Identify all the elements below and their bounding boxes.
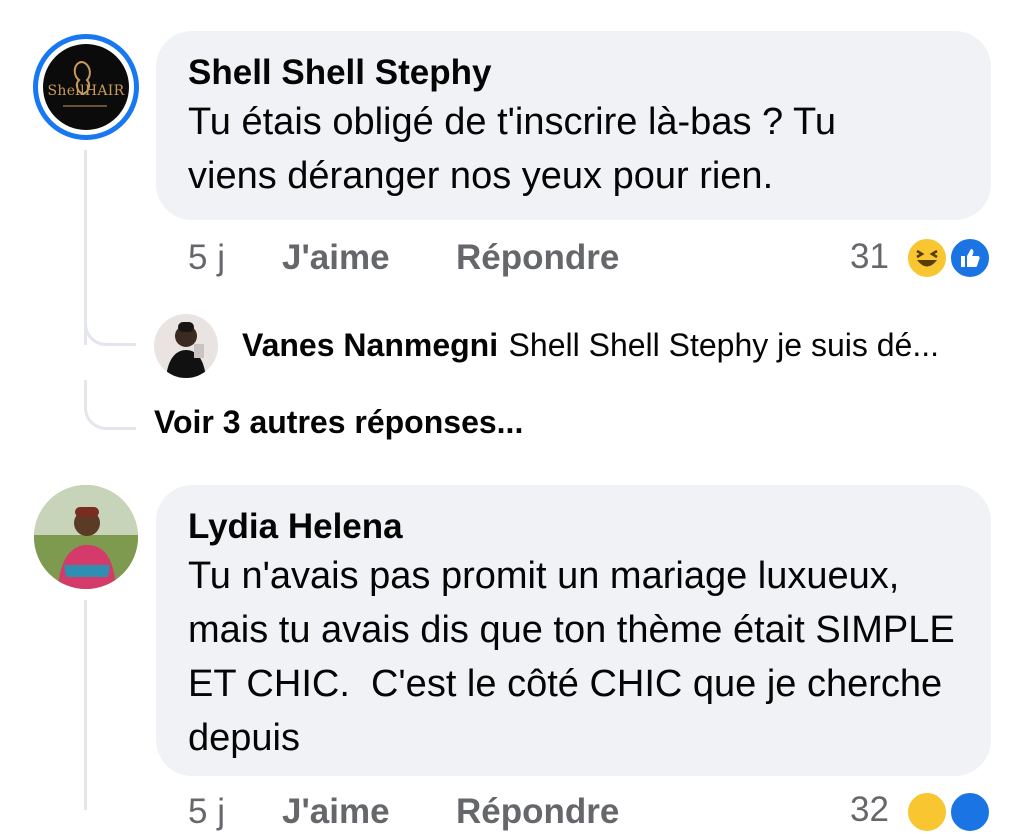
comment-time[interactable]: 5 j <box>188 238 225 278</box>
avatar[interactable]: ShellHAIR <box>33 34 139 140</box>
haha-icon <box>905 790 949 834</box>
like-icon <box>948 236 992 280</box>
thread-curve-reply <box>84 300 136 346</box>
like-button[interactable]: J'aime <box>282 792 390 832</box>
haha-icon <box>905 236 949 280</box>
comment-author[interactable]: Shell Shell Stephy <box>188 51 961 95</box>
comment-text: Tu n'avais pas promit un mariage luxueux… <box>188 555 966 759</box>
reply-author[interactable]: Vanes Nanmegni <box>242 327 498 363</box>
thread-curve-more <box>84 380 136 430</box>
comment-bubble[interactable]: Shell Shell Stephy Tu étais obligé de t'… <box>156 31 991 220</box>
like-button[interactable]: J'aime <box>282 238 390 278</box>
comment-text: Tu étais obligé de t'inscrire là-bas ? T… <box>188 101 836 197</box>
comment-bubble[interactable]: Lydia Helena Tu n'avais pas promit un ma… <box>156 485 991 776</box>
comment-author[interactable]: Lydia Helena <box>188 505 961 549</box>
like-icon <box>948 790 992 834</box>
reaction-count[interactable]: 32 <box>850 790 889 830</box>
comment-time[interactable]: 5 j <box>188 792 225 832</box>
reply-line[interactable]: Vanes Nanmegni Shell Shell Stephy je sui… <box>242 327 939 364</box>
reply-button[interactable]: Répondre <box>456 238 619 278</box>
reaction-count[interactable]: 31 <box>850 237 889 277</box>
reply-button[interactable]: Répondre <box>456 792 619 832</box>
reply-avatar[interactable] <box>154 314 218 378</box>
thread-line-2 <box>84 600 87 810</box>
avatar[interactable] <box>34 485 138 589</box>
logo-text: ShellHAIR <box>47 83 125 99</box>
more-replies-link[interactable]: Voir 3 autres réponses... <box>154 404 523 441</box>
shellhair-logo-icon: ShellHAIR <box>43 44 129 130</box>
reply-text: Shell Shell Stephy je suis dé... <box>508 327 940 363</box>
